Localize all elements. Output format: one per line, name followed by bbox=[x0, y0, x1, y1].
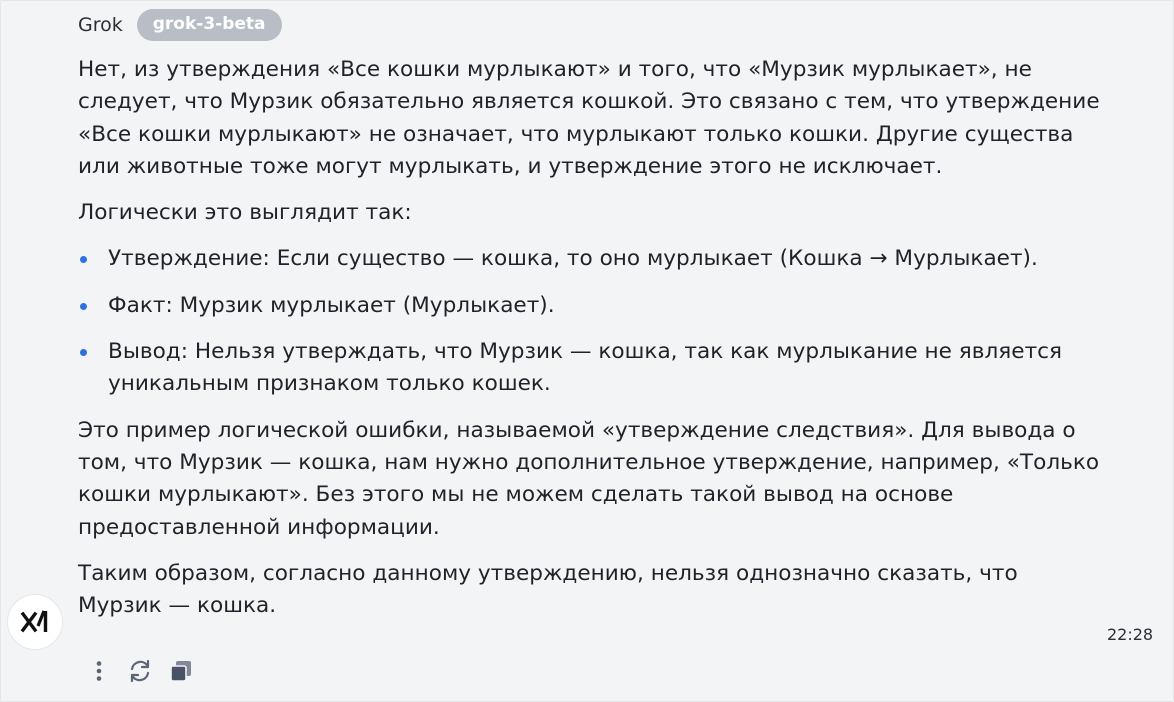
bullet-item: Факт: Мурзик мурлыкает (Мурлыкает). bbox=[78, 290, 1108, 322]
message-paragraph: Это пример логической ошибки, называемой… bbox=[78, 417, 1100, 540]
sender-name: Grok bbox=[78, 14, 123, 36]
bullet-text: Факт: Мурзик мурлыкает (Мурлыкает). bbox=[108, 292, 555, 318]
copy-button[interactable] bbox=[166, 656, 196, 686]
message-header: Grok grok-3-beta bbox=[78, 9, 282, 41]
bullet-text: Утверждение: Если существо — кошка, то о… bbox=[108, 246, 1038, 272]
message-paragraph: Логически это выглядит так: bbox=[78, 200, 412, 226]
message-timestamp: 22:28 bbox=[1107, 625, 1154, 644]
more-options-button[interactable] bbox=[84, 656, 114, 686]
copy-icon bbox=[170, 661, 191, 682]
avatar bbox=[7, 594, 63, 650]
xai-logo-icon bbox=[20, 610, 48, 633]
bullet-text: Вывод: Нельзя утверждать, что Мурзик — к… bbox=[108, 339, 1063, 397]
regenerate-button[interactable] bbox=[125, 656, 155, 686]
bullet-dot bbox=[80, 302, 87, 310]
bullet-item: Вывод: Нельзя утверждать, что Мурзик — к… bbox=[78, 336, 1108, 401]
message-paragraph: Таким образом, согласно данному утвержде… bbox=[78, 560, 1018, 619]
bullet-list: Утверждение: Если существо — кошка, то о… bbox=[78, 243, 1108, 400]
bullet-dot bbox=[80, 349, 87, 357]
message-actions bbox=[84, 656, 207, 686]
regenerate-icon bbox=[130, 659, 150, 683]
message-paragraph: Нет, из утверждения «Все кошки мурлыкают… bbox=[78, 57, 1100, 179]
assistant-message: Нет, из утверждения «Все кошки мурлыкают… bbox=[78, 54, 1108, 636]
bullet-dot bbox=[80, 256, 87, 264]
model-badge: grok-3-beta bbox=[136, 9, 282, 41]
bullet-item: Утверждение: Если существо — кошка, то о… bbox=[78, 243, 1108, 275]
more-vertical-icon bbox=[96, 661, 102, 681]
